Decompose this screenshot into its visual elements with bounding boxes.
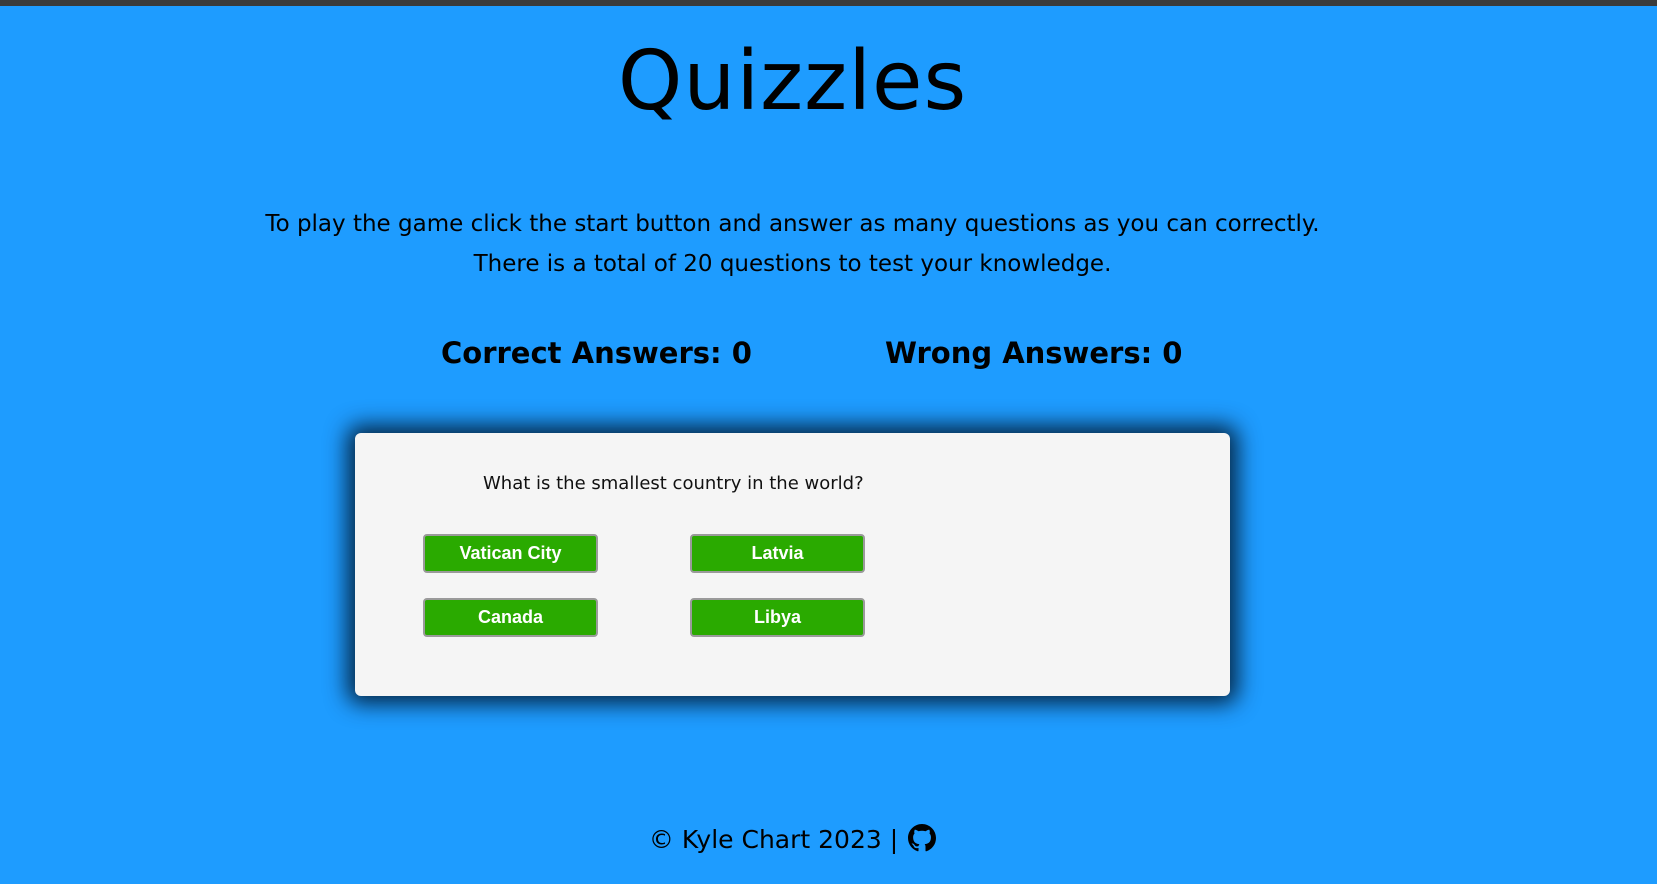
wrong-answers-score: Wrong Answers: 0 bbox=[885, 336, 1183, 370]
instructions-line-1: To play the game click the start button … bbox=[265, 211, 1320, 237]
page-title: Quizzles bbox=[617, 34, 968, 129]
footer: © Kyle Chart 2023 | bbox=[0, 822, 1585, 858]
question-text: What is the smallest country in the worl… bbox=[483, 473, 864, 494]
answer-button-libya[interactable]: Libya bbox=[690, 598, 865, 637]
answer-button-latvia[interactable]: Latvia bbox=[690, 534, 865, 573]
answer-button-canada[interactable]: Canada bbox=[423, 598, 598, 637]
copyright-text: © Kyle Chart 2023 | bbox=[648, 825, 899, 854]
quiz-card: What is the smallest country in the worl… bbox=[355, 433, 1230, 696]
score-row: Correct Answers: 0 Wrong Answers: 0 bbox=[0, 336, 1657, 380]
instructions: To play the game click the start button … bbox=[0, 204, 1585, 284]
top-bar bbox=[0, 0, 1657, 6]
github-icon[interactable] bbox=[908, 824, 937, 852]
answer-button-vatican-city[interactable]: Vatican City bbox=[423, 534, 598, 573]
instructions-line-2: There is a total of 20 questions to test… bbox=[473, 251, 1112, 277]
correct-answers-score: Correct Answers: 0 bbox=[441, 336, 752, 370]
